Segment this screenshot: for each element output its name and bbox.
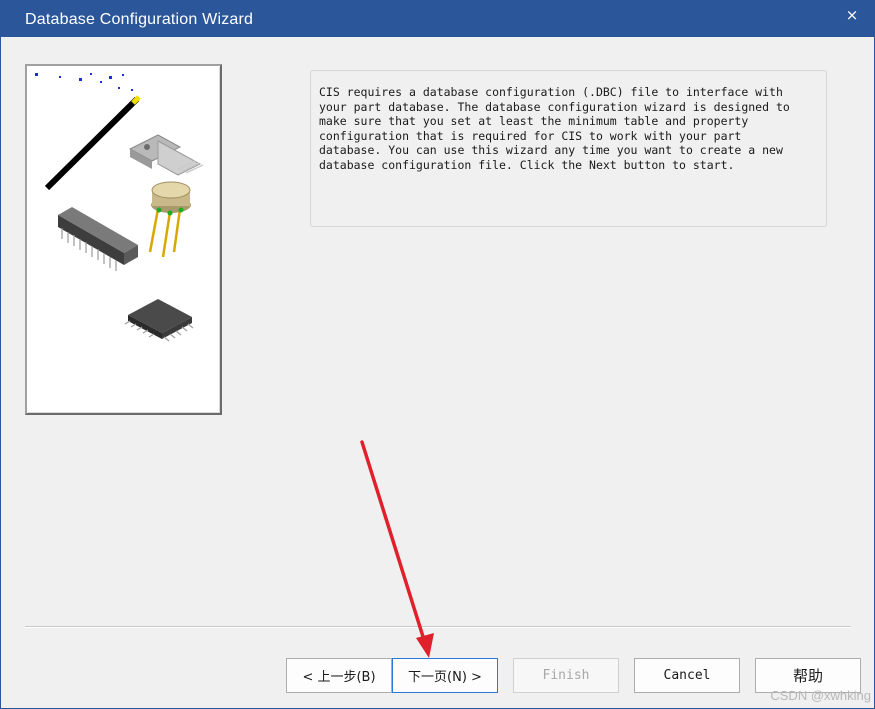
wizard-window: Database Configuration Wizard × CIS requ… (0, 0, 875, 709)
dip-chip-icon (58, 207, 138, 271)
description-text: CIS requires a database configuration (.… (319, 85, 790, 172)
next-button[interactable]: 下一页(N) > (392, 658, 498, 693)
watermark: CSDN @xwhking (770, 688, 871, 703)
title-bar[interactable]: Database Configuration Wizard × (1, 1, 874, 37)
back-button[interactable]: < 上一步(B) (286, 658, 392, 693)
description-panel: CIS requires a database configuration (.… (310, 70, 827, 227)
magic-wand-icon (44, 95, 141, 191)
finish-button[interactable]: Finish (513, 658, 619, 693)
to5-transistor-icon (148, 181, 191, 258)
to220-chip-icon (128, 134, 204, 176)
sparkles-icon (35, 73, 133, 91)
button-divider (25, 626, 851, 628)
soic-chip-icon (124, 299, 194, 342)
wizard-illustration (25, 64, 222, 415)
illustration-canvas (35, 73, 204, 342)
close-icon[interactable]: × (838, 4, 866, 26)
window-title: Database Configuration Wizard (25, 11, 254, 28)
cancel-button[interactable]: Cancel (634, 658, 740, 693)
